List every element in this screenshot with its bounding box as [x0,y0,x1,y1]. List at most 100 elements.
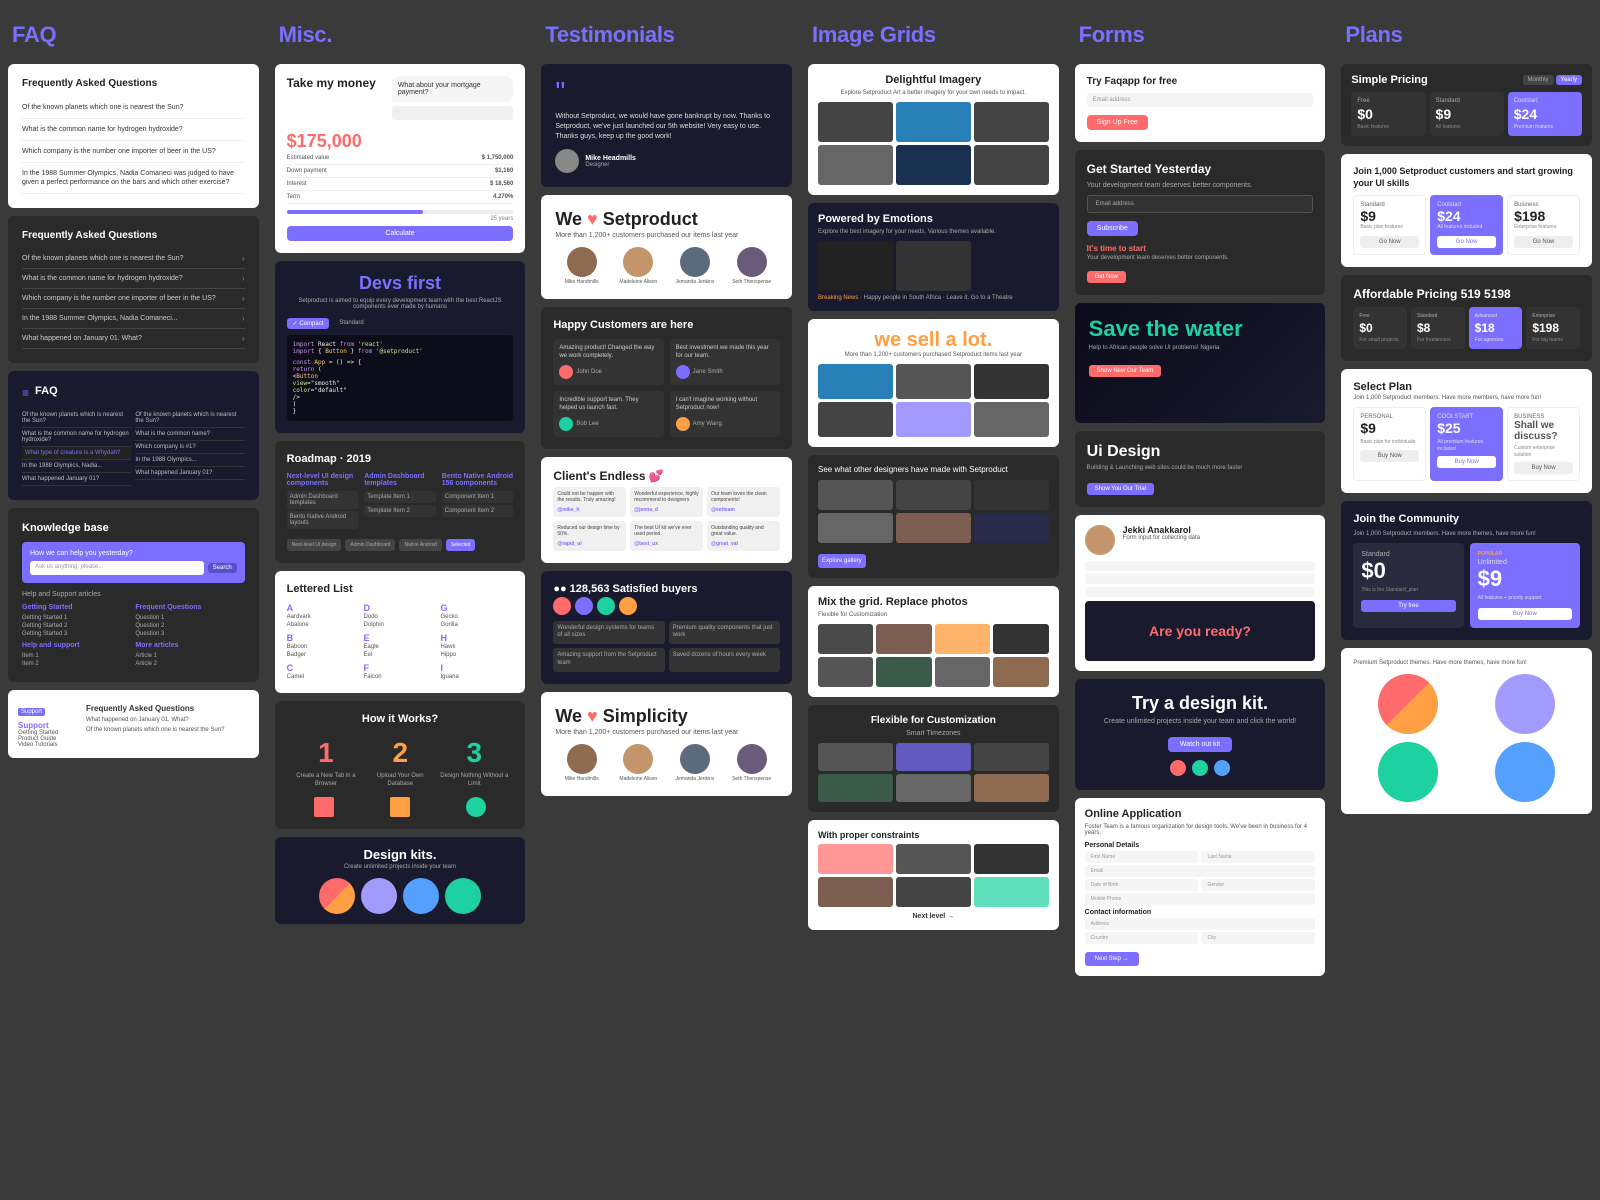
rm-item: Template Item 1 [364,491,436,503]
fc-circle-wrap-2 [1471,674,1580,734]
kb-link[interactable]: Item 2 [22,660,131,668]
sw-img-1 [818,480,893,510]
ws-img-1 [818,364,893,399]
cc-item: Outstanding quality and great value. @gr… [707,521,780,551]
personal-details-section: Personal Details [1085,842,1316,849]
clients-title: Client's Endless 💕 [553,469,780,483]
kb-link[interactable]: Question 1 [135,614,244,622]
faq-icon: ≡ [22,386,29,400]
submit-btn[interactable]: Next Step → [1085,946,1316,966]
faq-q-3: Which company is the number one importer… [22,141,245,163]
faq-dark-q-3[interactable]: Which company is the number one importer… [22,289,245,309]
save-water-title: Save the water [1089,317,1312,341]
country-input[interactable]: Country [1085,932,1199,944]
wp-img-4 [818,877,893,907]
kb-link[interactable]: Article 1 [135,652,244,660]
kb-link[interactable]: Question 3 [135,630,244,638]
city-input[interactable]: City [1201,932,1315,944]
mortgage-slider[interactable] [287,210,514,214]
monthly-tab[interactable]: Monthly [1523,75,1554,85]
kb-link[interactable]: Question 2 [135,622,244,630]
faq-q-4: In the 1988 Summer Olympics, Nadia Coman… [22,163,245,194]
try-faqapp-card: Try Faqapp for free Email address Sign U… [1075,64,1326,142]
image-grids-column: Image Grids Delightful Imagery Explore S… [800,0,1067,986]
see-what-btn[interactable]: Explore gallery [818,549,1049,568]
lt-item: Gorilla [440,621,513,629]
jekki-input-1[interactable] [1085,561,1316,571]
slp-btn-personal[interactable]: Buy Now [1360,450,1419,462]
ui-design-btn[interactable]: Show You Our Trial [1087,477,1314,495]
kb-link[interactable]: Getting Started 3 [22,630,131,638]
slp-col-coolstart: COOLSTART $25 All premium features inclu… [1430,407,1503,481]
fc-circle-wrap-4 [1471,742,1580,802]
email-input[interactable]: Email [1085,865,1316,877]
gender-input[interactable]: Gender [1201,879,1315,891]
js-btn-biz[interactable]: Go Now [1514,236,1573,248]
devs-tab-active[interactable]: ✓ Compact [287,318,330,329]
lt-item: Hawk [440,643,513,651]
address-input[interactable]: Address [1085,918,1316,930]
cc-item: The best UI kit we've ever used period. … [630,521,703,551]
js-btn-featured[interactable]: Go Now [1437,236,1496,248]
tk-icon-2 [1192,760,1208,776]
try-kit-sub: Create unlimited projects inside your te… [1089,718,1312,725]
save-water-btn[interactable]: Show New Our Team [1089,359,1312,377]
ui-design-sub: Building & Launching web sites could be … [1087,465,1314,471]
lt-item: Hippo [440,651,513,659]
faq-dark-q-5[interactable]: What happened on January 01. What? › [22,329,245,349]
rm-col-head-1: Next-level UI design components [287,473,359,487]
kb-search-input[interactable]: Ask us anything, please... [30,561,204,575]
yearly-tab[interactable]: Yearly [1556,75,1582,85]
devs-sub: Setproduct is aimed to equip every devel… [287,298,514,310]
kb-link[interactable]: Getting Started 1 [22,614,131,622]
em-img-2 [896,241,971,291]
mortgage-amount: $175,000 [287,131,514,152]
mortgage-question: What about your mortgage payment? [392,76,514,102]
contact-info-section: Contact information [1085,909,1316,916]
plans-column: Plans Simple Pricing Monthly Yearly Free… [1333,0,1600,986]
join-setproduct-card: Join 1,000 Setproduct customers and star… [1341,154,1592,267]
devs-tab[interactable]: Standard [333,318,369,329]
faq-dark-q-1[interactable]: Of the known planets which one is neares… [22,249,245,269]
with-props-card: With proper constraints Next level → [808,820,1059,930]
satisfied-card: ●● 128,563 Satisfied buyers Wonderful de… [541,571,792,684]
lt-item: Falcon [364,673,437,681]
we-sell-sub: More than 1,200+ customers purchased Set… [818,352,1049,358]
lt-item: Eel [364,651,437,659]
last-name-input[interactable]: Last Name [1201,851,1315,863]
slp-btn-coolstart[interactable]: Buy Now [1437,456,1496,468]
get-started-btn[interactable]: Subscribe [1087,217,1314,236]
js-btn-std[interactable]: Go Now [1360,236,1419,248]
kb-link[interactable]: Article 2 [135,660,244,668]
get-started-input[interactable]: Email address [1087,195,1314,213]
try-kit-btn[interactable]: Watch out kit [1089,733,1312,760]
af-col-advanced: Advanced $18 For agencies [1469,307,1523,349]
try-email-input[interactable]: Email address [1087,93,1314,107]
faq-dark-q-2[interactable]: What is the common name for hydrogen hyd… [22,269,245,289]
jc-btn-unlimited[interactable]: Buy Now [1478,608,1572,620]
first-name-input[interactable]: First Name [1085,851,1199,863]
hc-user-name: Amy Wang [693,421,722,427]
lt-item: Dolphin [364,621,437,629]
dob-input[interactable]: Date of Birth [1085,879,1199,891]
mortgage-input[interactable] [392,106,514,120]
slp-btn-business[interactable]: Buy Now [1514,462,1573,474]
testimonials-header: Testimonials [541,10,792,56]
simplicity-sub: More than 1,200+ customers purchased our… [555,729,778,736]
jekki-input-2[interactable] [1085,574,1316,584]
kb-link[interactable]: Getting Started 2 [22,622,131,630]
emotions-card: Powered by Emotions Explore the best ima… [808,203,1059,311]
kb-search-btn[interactable]: Search [208,563,237,573]
faq-dark-q-4[interactable]: In the 1988 Summer Olympics, Nadia Coman… [22,309,245,329]
phone-input[interactable]: Mobile Phone [1085,893,1316,905]
sc-avatar [597,597,615,615]
jekki-input-3[interactable] [1085,587,1316,597]
jc-btn-std[interactable]: Try free [1361,600,1455,612]
wp-img-6 [974,877,1049,907]
mortgage-calc-btn[interactable]: Calculate [287,226,514,241]
get-started-team-btn[interactable]: Get Now [1087,265,1314,283]
try-signup-btn[interactable]: Sign Up Free [1087,111,1314,130]
kb-link[interactable]: Item 1 [22,652,131,660]
faq-col2-q3: Which company is #1? [135,441,244,454]
jc-col-unlimited: POPULAR Unlimited $9 All features + prio… [1470,543,1580,628]
